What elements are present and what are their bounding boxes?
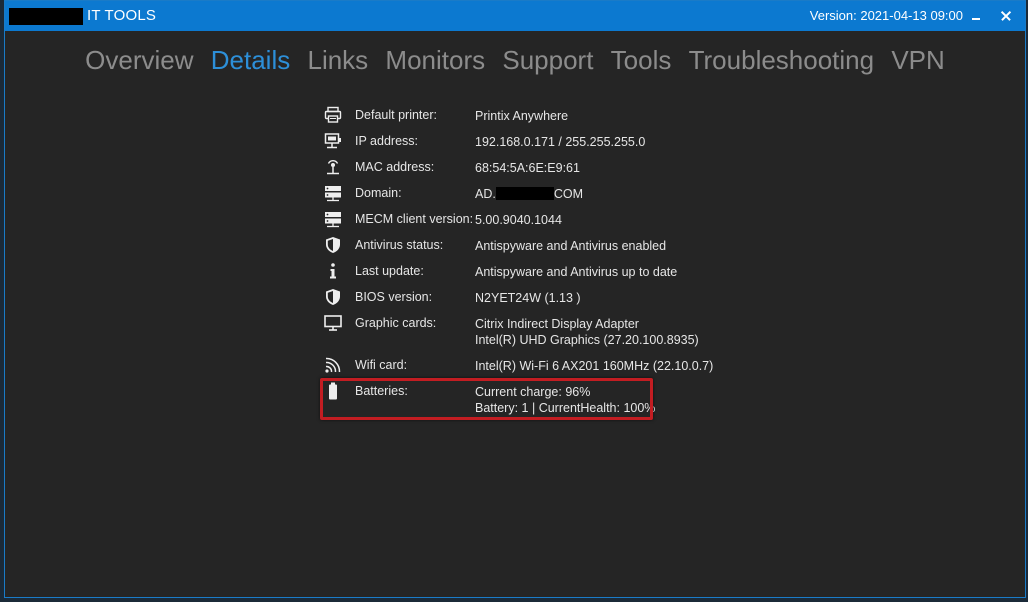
graphic-card-2: Intel(R) UHD Graphics (27.20.100.8935) xyxy=(475,333,699,347)
antivirus-label: Antivirus status: xyxy=(355,238,444,252)
detail-row-default-printer: Default printer: Printix Anywhere xyxy=(322,104,742,130)
detail-row-domain: Domain: AD. COM xyxy=(322,182,742,208)
printer-icon xyxy=(324,106,342,123)
graphic-card-1: Citrix Indirect Display Adapter xyxy=(475,317,639,331)
domain-value-suffix: COM xyxy=(553,187,584,201)
domain-label: Domain: xyxy=(355,186,402,200)
detail-row-wifi: Wifi card: Intel(R) Wi-Fi 6 AX201 160MHz… xyxy=(322,354,742,380)
ip-address-label: IP address: xyxy=(355,134,419,148)
details-panel: Default printer: Printix Anywhere IP add… xyxy=(322,104,742,422)
network-icon xyxy=(324,133,341,149)
shield-icon xyxy=(326,289,340,305)
detail-row-mecm: MECM client version: 5.00.9040.1044 xyxy=(322,208,742,234)
info-icon xyxy=(330,263,336,279)
detail-row-ip-address: IP address: 192.168.0.171 / 255.255.255.… xyxy=(322,130,742,156)
last-update-label: Last update: xyxy=(355,264,424,278)
redacted-logo xyxy=(9,8,83,25)
default-printer-label: Default printer: xyxy=(355,108,437,122)
ip-address-value: 192.168.0.171 / 255.255.255.0 xyxy=(475,135,646,149)
detail-row-antivirus: Antivirus status: Antispyware and Antivi… xyxy=(322,234,742,260)
domain-value-prefix: AD. xyxy=(475,187,496,201)
wifi-label: Wifi card: xyxy=(355,358,408,372)
detail-row-mac-address: MAC address: 68:54:5A:6E:E9:61 xyxy=(322,156,742,182)
domain-value: AD. COM xyxy=(475,186,583,202)
tab-links[interactable]: Links xyxy=(307,45,368,76)
detail-row-bios: BIOS version: N2YET24W (1.13 ) xyxy=(322,286,742,312)
mecm-label: MECM client version: xyxy=(355,212,474,226)
tab-overview[interactable]: Overview xyxy=(85,45,193,76)
server-icon xyxy=(325,186,341,202)
minimize-icon xyxy=(972,18,980,20)
mecm-value: 5.00.9040.1044 xyxy=(475,213,562,227)
title-bar[interactable]: IT TOOLS Version: 2021-04-13 09:00 xyxy=(5,1,1025,31)
last-update-value: Antispyware and Antivirus up to date xyxy=(475,265,678,279)
tab-support[interactable]: Support xyxy=(502,45,593,76)
tab-tools[interactable]: Tools xyxy=(611,45,672,76)
graphic-cards-value: Citrix Indirect Display Adapter Intel(R)… xyxy=(475,316,699,348)
mac-network-icon xyxy=(327,160,339,175)
redacted-domain xyxy=(495,187,554,200)
bios-label: BIOS version: xyxy=(355,290,433,304)
bios-value: N2YET24W (1.13 ) xyxy=(475,291,581,305)
tab-details[interactable]: Details xyxy=(211,45,290,76)
batteries-highlight-box xyxy=(320,378,653,420)
detail-row-graphic-cards: Graphic cards: Citrix Indirect Display A… xyxy=(322,312,742,354)
wifi-icon xyxy=(325,357,341,373)
close-button[interactable] xyxy=(995,4,1017,28)
tab-troubleshooting[interactable]: Troubleshooting xyxy=(689,45,875,76)
tab-vpn[interactable]: VPN xyxy=(891,45,944,76)
detail-row-last-update: Last update: Antispyware and Antivirus u… xyxy=(322,260,742,286)
default-printer-value: Printix Anywhere xyxy=(475,109,569,123)
mac-address-label: MAC address: xyxy=(355,160,435,174)
minimize-button[interactable] xyxy=(965,4,987,28)
version-label: Version: 2021-04-13 09:00 xyxy=(809,8,963,23)
tab-bar: Overview Details Links Monitors Support … xyxy=(5,45,1025,76)
server-icon xyxy=(325,212,341,228)
tab-monitors[interactable]: Monitors xyxy=(385,45,485,76)
wifi-value: Intel(R) Wi-Fi 6 AX201 160MHz (22.10.0.7… xyxy=(475,359,714,373)
graphic-cards-label: Graphic cards: xyxy=(355,316,437,330)
monitor-icon xyxy=(324,315,342,331)
antivirus-value: Antispyware and Antivirus enabled xyxy=(475,239,667,253)
app-title: IT TOOLS xyxy=(87,7,157,24)
mac-address-value: 68:54:5A:6E:E9:61 xyxy=(475,161,580,175)
shield-icon xyxy=(326,237,340,253)
